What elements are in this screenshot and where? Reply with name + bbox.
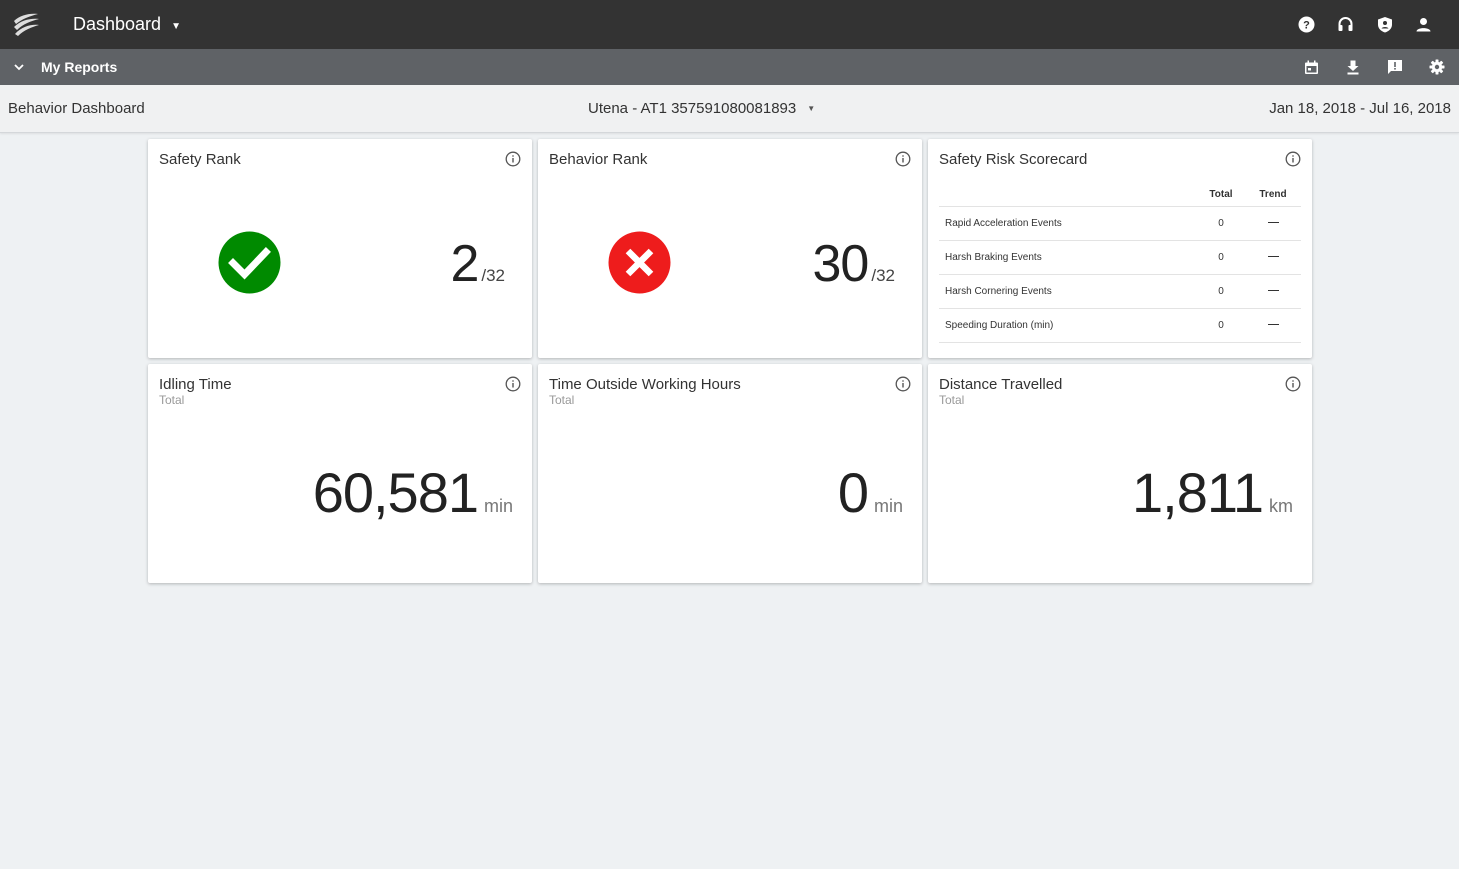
table-row: Speeding Duration (min) 0 xyxy=(939,308,1301,343)
row-label: Harsh Braking Events xyxy=(939,240,1197,275)
dashboard-header: Behavior Dashboard Utena - AT1 357591080… xyxy=(0,85,1459,133)
time-outside-working-hours-card: Time Outside Working Hours Total 0 min xyxy=(538,364,922,583)
chevron-down-icon[interactable] xyxy=(12,60,26,74)
vehicle-select-value: Utena - AT1 357591080081893 xyxy=(588,100,797,117)
info-icon[interactable] xyxy=(505,376,521,392)
info-icon[interactable] xyxy=(895,376,911,392)
table-row: Harsh Braking Events 0 xyxy=(939,240,1301,275)
column-header-trend: Trend xyxy=(1245,183,1301,207)
caret-down-icon: ▼ xyxy=(807,104,816,113)
reports-bar: My Reports xyxy=(0,49,1459,85)
metric-number: 60,581 xyxy=(312,461,479,524)
check-circle-icon xyxy=(218,231,281,294)
idling-time-value: 60,581 min xyxy=(313,460,513,525)
metric-unit: km xyxy=(1269,496,1293,516)
safety-risk-scorecard-card: Safety Risk Scorecard Total Trend Rapid … xyxy=(928,139,1312,358)
dashboard-menu-button[interactable]: Dashboard ▼ xyxy=(73,14,181,35)
distance-travelled-card: Distance Travelled Total 1,811 km xyxy=(928,364,1312,583)
vehicle-select[interactable]: Utena - AT1 357591080081893 ▼ xyxy=(588,100,815,117)
card-title: Time Outside Working Hours xyxy=(549,376,741,393)
error-circle-icon xyxy=(608,231,671,294)
info-icon[interactable] xyxy=(895,151,911,167)
help-icon[interactable]: ? xyxy=(1297,15,1316,34)
distance-value: 1,811 km xyxy=(1132,460,1293,525)
trend-flat-icon xyxy=(1245,240,1301,275)
download-icon[interactable] xyxy=(1345,59,1361,75)
account-icon[interactable] xyxy=(1414,15,1433,34)
top-app-bar: Dashboard ▼ ? xyxy=(0,0,1459,49)
metric-unit: min xyxy=(483,496,513,516)
table-row: Rapid Acceleration Events 0 xyxy=(939,206,1301,241)
card-title: Idling Time xyxy=(159,376,232,393)
svg-text:?: ? xyxy=(1303,20,1310,32)
rank-number: 30 xyxy=(812,235,870,293)
column-header-label xyxy=(939,183,1197,207)
card-subtitle: Total xyxy=(549,393,575,407)
row-label: Harsh Cornering Events xyxy=(939,274,1197,309)
metric-unit: min xyxy=(873,496,903,516)
info-icon[interactable] xyxy=(1285,376,1301,392)
row-label: Speeding Duration (min) xyxy=(939,308,1197,343)
card-subtitle: Total xyxy=(159,393,185,407)
safety-rank-card: Safety Rank 2 /32 xyxy=(148,139,532,358)
shield-icon[interactable] xyxy=(1375,15,1394,34)
info-icon[interactable] xyxy=(505,151,521,167)
safety-rank-value: 2 /32 xyxy=(450,234,505,294)
page-title: Behavior Dashboard xyxy=(8,100,145,117)
info-icon[interactable] xyxy=(1285,151,1301,167)
feedback-icon[interactable] xyxy=(1387,59,1403,75)
card-title: Distance Travelled xyxy=(939,376,1063,393)
trend-flat-icon xyxy=(1245,206,1301,241)
card-subtitle: Total xyxy=(939,393,965,407)
behavior-rank-value: 30 /32 xyxy=(813,234,895,294)
table-row: Harsh Cornering Events 0 xyxy=(939,274,1301,309)
rank-number: 2 xyxy=(450,235,479,293)
rank-total: /32 xyxy=(871,266,895,285)
date-range-picker[interactable]: Jan 18, 2018 - Jul 16, 2018 xyxy=(1269,100,1451,117)
table-header-row: Total Trend xyxy=(939,183,1301,207)
column-header-total: Total xyxy=(1197,183,1245,207)
row-total: 0 xyxy=(1197,308,1245,343)
row-total: 0 xyxy=(1197,206,1245,241)
row-total: 0 xyxy=(1197,240,1245,275)
card-title: Safety Risk Scorecard xyxy=(939,151,1088,168)
idling-time-card: Idling Time Total 60,581 min xyxy=(148,364,532,583)
behavior-rank-card: Behavior Rank 30 /32 xyxy=(538,139,922,358)
calendar-icon[interactable] xyxy=(1303,59,1319,75)
trend-flat-icon xyxy=(1245,274,1301,309)
metric-number: 1,811 xyxy=(1132,461,1264,524)
row-total: 0 xyxy=(1197,274,1245,309)
row-label: Rapid Acceleration Events xyxy=(939,206,1197,241)
outside-hours-value: 0 min xyxy=(838,460,903,525)
trend-flat-icon xyxy=(1245,308,1301,343)
settings-icon[interactable] xyxy=(1429,59,1445,75)
caret-down-icon: ▼ xyxy=(171,20,181,32)
scorecard-table: Total Trend Rapid Acceleration Events 0 … xyxy=(939,183,1301,343)
metric-number: 0 xyxy=(837,461,869,524)
rank-total: /32 xyxy=(481,266,505,285)
app-logo-icon[interactable] xyxy=(12,12,40,38)
headset-icon[interactable] xyxy=(1336,15,1355,34)
card-title: Behavior Rank xyxy=(549,151,648,168)
my-reports-button[interactable]: My Reports xyxy=(41,59,117,75)
card-title: Safety Rank xyxy=(159,151,241,168)
app-title: Dashboard xyxy=(73,14,162,34)
